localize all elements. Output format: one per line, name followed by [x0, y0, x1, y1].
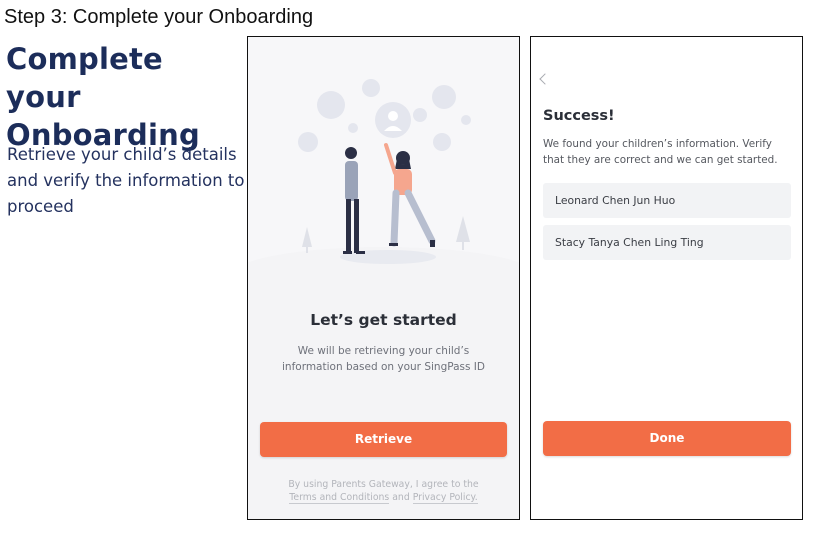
terms-and: and	[392, 492, 410, 503]
page-description: Retrieve your child’s details and verify…	[7, 145, 245, 216]
step-title: Step 3: Complete your Onboarding	[4, 6, 314, 28]
get-started-heading: Let’s get started	[310, 311, 457, 329]
retrieve-button[interactable]: Retrieve	[260, 422, 507, 457]
page-title: Complete your Onboarding	[6, 42, 200, 152]
privacy-policy-link[interactable]: Privacy Policy.	[412, 492, 478, 504]
phone-screen-get-started: Let’s get started We will be retrieving …	[247, 36, 520, 520]
get-started-description: We will be retrieving your child’s infor…	[282, 345, 485, 373]
onboarding-illustration	[298, 79, 471, 264]
privacy-policy-label: Privacy Policy	[412, 492, 475, 503]
child-item[interactable]: Leonard Chen Jun Huo	[543, 183, 791, 218]
done-button[interactable]: Done	[543, 421, 791, 456]
success-heading: Success!	[543, 108, 615, 124]
children-list: Leonard Chen Jun Huo Stacy Tanya Chen Li…	[543, 183, 791, 267]
terms-prefix: By using Parents Gateway, I agree to the	[288, 479, 479, 490]
phone-screen-success: Success! We found your children’s inform…	[530, 36, 803, 520]
terms-and-conditions-link[interactable]: Terms and Conditions	[289, 492, 390, 504]
chevron-left-icon[interactable]	[539, 73, 551, 85]
terms-suffix: .	[474, 492, 478, 503]
terms-notice: By using Parents Gateway, I agree to the…	[268, 478, 499, 504]
success-description: We found your children’s information. Ve…	[543, 138, 778, 166]
child-item[interactable]: Stacy Tanya Chen Ling Ting	[543, 225, 791, 260]
